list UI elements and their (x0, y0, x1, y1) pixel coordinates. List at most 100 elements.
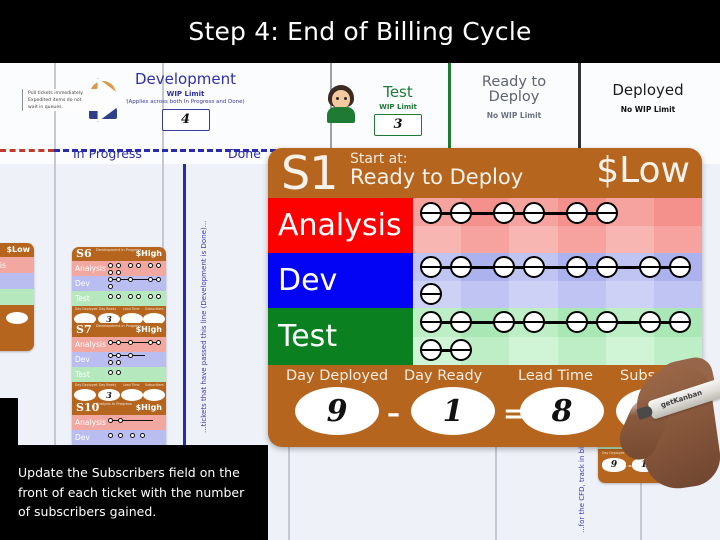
column-header-test: Test WIP Limit 3 (355, 84, 441, 137)
mini-ticket-header: $Low (0, 243, 34, 257)
caption-text: Update the Subscribers field on the fron… (18, 465, 245, 520)
vertical-note-development-done: ...tickets that have passed this line (D… (200, 220, 208, 433)
mini-row-label: Test (75, 294, 90, 303)
mini-foot-label: Day Deployed (75, 383, 98, 387)
mini-foot-label: Subscribers (145, 307, 164, 311)
mini-ticket-s7[interactable]: S7 Development In Progress $High Analysi… (72, 323, 166, 411)
mini-row-label: Dev (75, 279, 90, 288)
mini-ticket-cost: $High (135, 403, 162, 412)
mini-ticket-start: Development In Progress (96, 248, 142, 252)
expedite-lane-line (0, 149, 54, 152)
mini-metric-oval[interactable] (143, 389, 165, 401)
mini-metric-oval[interactable] (74, 389, 96, 401)
mini-dot-track (108, 294, 162, 299)
analysis-dot-track-top[interactable] (420, 202, 620, 224)
arrow-note-text: Pull tickets immediately. Expedited item… (28, 91, 84, 110)
mini-metric-oval[interactable] (121, 389, 143, 401)
mini-ticket-row: Dev (72, 276, 166, 291)
dev-dot-track-bottom[interactable] (420, 283, 446, 305)
mini-lead-time[interactable]: 8 (660, 458, 684, 472)
mini-ticket-cost: $High (135, 325, 162, 334)
wip-limit-label-test: WIP Limit (379, 102, 417, 111)
ticket-row-label-analysis: Analysis (268, 198, 413, 253)
mini-dot-track (108, 370, 124, 375)
mini-foot-label: Day Ready (99, 383, 117, 387)
page-title: Step 4: End of Billing Cycle (188, 17, 532, 46)
ticket-row-label-test: Test (268, 308, 413, 365)
mini-foot-label: Lead Time (661, 451, 678, 455)
wip-limit-value-test[interactable]: 3 (374, 114, 422, 137)
mini-row-cells (106, 261, 166, 276)
mini-ticket-row: Dev (72, 430, 166, 445)
mini-ticket-row: Dev (0, 273, 34, 289)
mini-ticket-row: Test (72, 291, 166, 306)
ticket-card-header: S1 Start at: Ready to Deploy $Low (268, 148, 702, 200)
value-day-deployed[interactable]: 9 (295, 387, 379, 435)
mini-row-cells (106, 352, 166, 367)
mini-row-label: Analysis (75, 264, 106, 273)
mini-ticket-partial[interactable]: $Low Analysis Dev Test (0, 243, 34, 351)
mini-dot-track (108, 277, 162, 282)
mini-row-label: Analysis (75, 418, 106, 427)
test-dot-track-bottom[interactable] (420, 339, 476, 361)
mini-row-label: Dev (75, 355, 90, 364)
mini-ticket-row: Analysis (72, 261, 166, 276)
column-header-ready-to-deploy: Ready to Deploy No WIP Limit (458, 74, 570, 120)
wip-limit-label-development: WIP Limit (166, 89, 205, 98)
mini-dot-track (108, 418, 156, 423)
avatar-body (327, 107, 355, 123)
label-day-ready: Day Ready (404, 368, 483, 384)
column-header-deployed: Deployed No WIP Limit (588, 82, 708, 114)
label-lead-time: Lead Time (518, 368, 593, 384)
mini-foot-label: Day Ready (99, 307, 117, 311)
mini-ticket-start: Development In Progress (96, 324, 142, 328)
column-header-development: Development WIP Limit (Applies across bo… (118, 71, 253, 131)
grid-cells-bottom (413, 225, 702, 253)
mini-ticket-footer: Day Deployed Day Ready Lead Time 9 – 1 =… (598, 449, 686, 483)
ticket-row-test: Test (268, 308, 702, 365)
mini-day-deployed[interactable]: 9 (602, 458, 626, 472)
mini-metric-oval-day-ready[interactable]: 3 (98, 389, 120, 401)
mini-row-cells (106, 276, 166, 291)
value-day-ready[interactable]: 1 (411, 387, 495, 435)
mini-row-label: Dev (75, 433, 90, 442)
label-subscribers: Subscribers (620, 368, 702, 384)
mini-foot-label: Day Deployed (75, 307, 98, 311)
ticket-start-label: Start at: (350, 151, 408, 167)
mini-row-label: Analysis (75, 340, 106, 349)
test-dot-track-top[interactable] (420, 311, 691, 333)
dev-dot-track-top[interactable] (420, 256, 691, 278)
mini-ticket-footer (0, 305, 34, 327)
mini-dot-track (108, 270, 124, 275)
mini-ticket-header: S6 Development In Progress $High (72, 247, 166, 261)
slide-stage: Development WIP Limit (Applies across bo… (0, 0, 720, 540)
expedite-arrow-note: Pull tickets immediately. Expedited item… (22, 78, 127, 122)
ticket-start-stage: Ready to Deploy (350, 165, 524, 189)
ticket-cost: $Low (596, 150, 690, 191)
mini-row-label: Test (75, 370, 90, 379)
label-day-deployed: Day Deployed (286, 368, 389, 384)
sub-column-in-progress: In Progress (73, 146, 142, 161)
mini-day-ready[interactable]: 1 (632, 458, 656, 472)
ticket-metrics-footer: Day Deployed 9 – Day Ready 1 = Lead Time… (268, 363, 702, 447)
ticket-row-grid-analysis (413, 198, 702, 253)
ticket-card-s1[interactable]: S1 Start at: Ready to Deploy $Low Analys… (268, 148, 702, 447)
mini-ticket-row: Dev (72, 352, 166, 367)
ticket-row-dev: Dev (268, 253, 702, 308)
mini-metric-oval[interactable] (6, 312, 28, 324)
mini-ticket-cost: $Low (6, 245, 30, 254)
ticket-id: S1 (281, 148, 338, 200)
mini-row-cells (106, 430, 166, 445)
mini-row-cells (6, 257, 34, 273)
mini-foot-label: Day Ready (632, 451, 650, 455)
grid-cells-bottom (413, 280, 702, 308)
value-lead-time[interactable]: 8 (520, 387, 604, 435)
mini-foot-label: Day Deployed (602, 451, 625, 455)
mini-ticket-row: Analysis (0, 257, 34, 273)
mini-ticket-s6[interactable]: S6 Development In Progress $High Analysi… (72, 247, 166, 335)
ticket-row-grid-dev (413, 253, 702, 308)
avatar-test (326, 85, 356, 123)
wip-limit-value-development[interactable]: 4 (161, 108, 210, 131)
mini-row-cells (106, 337, 166, 352)
mini-ticket-start: Analysis In Progress (96, 402, 132, 406)
